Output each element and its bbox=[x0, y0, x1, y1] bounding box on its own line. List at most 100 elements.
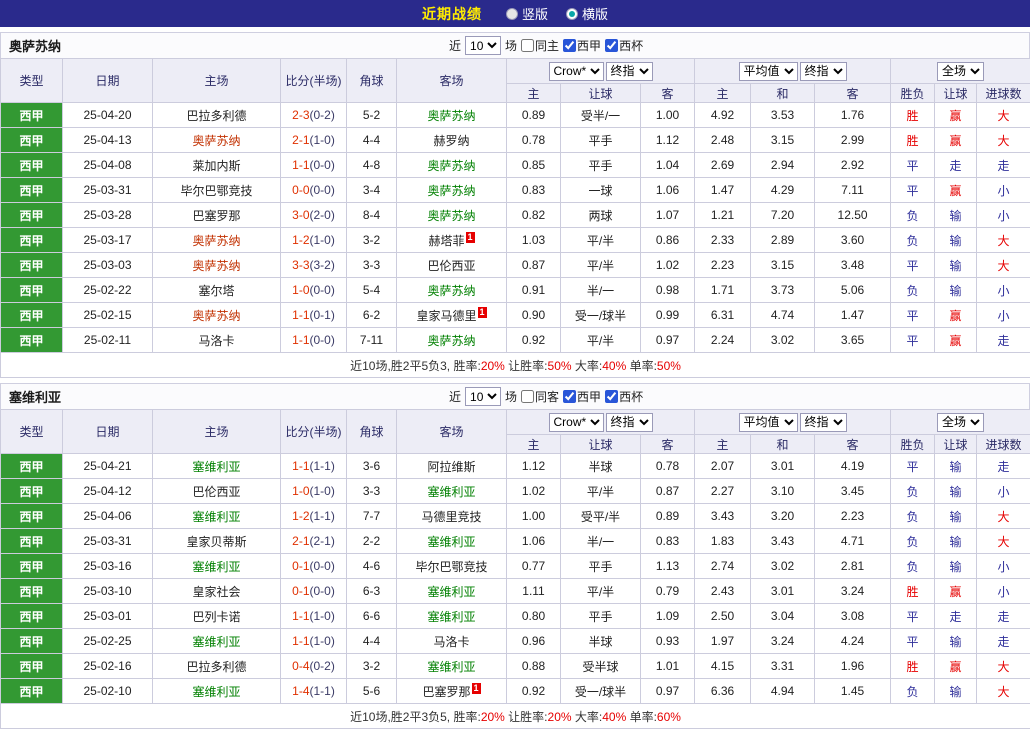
odds-company-select[interactable]: Crow* bbox=[549, 62, 604, 81]
avg-home-cell: 2.43 bbox=[695, 579, 751, 604]
home-team-name[interactable]: 皇家社会 bbox=[192, 585, 240, 599]
result-goals-cell: 走 bbox=[977, 153, 1030, 178]
checkbox-input[interactable] bbox=[605, 390, 618, 403]
result-handicap-cell: 走 bbox=[935, 153, 977, 178]
home-team-name[interactable]: 塞尔塔 bbox=[198, 284, 234, 298]
away-team-name[interactable]: 马洛卡 bbox=[433, 635, 469, 649]
team-name-title: 奥萨苏纳 bbox=[1, 36, 61, 55]
home-team-name[interactable]: 巴塞罗那 bbox=[192, 209, 240, 223]
fulltime-select[interactable]: 全场 bbox=[937, 413, 984, 432]
fulltime-score: 2-1 bbox=[292, 534, 309, 548]
col-header: 主场 bbox=[153, 59, 281, 103]
avg-stage-select[interactable]: 终指 bbox=[800, 413, 847, 432]
odds-home-cell: 0.78 bbox=[507, 128, 561, 153]
recent-count-select[interactable]: 10 bbox=[465, 387, 501, 406]
away-team-name[interactable]: 赫罗纳 bbox=[433, 134, 469, 148]
filter-checkbox-同主[interactable]: 同主 bbox=[521, 37, 559, 54]
home-team-name[interactable]: 巴伦西亚 bbox=[192, 485, 240, 499]
filter-checkbox-西杯[interactable]: 西杯 bbox=[605, 388, 643, 405]
summary-row: 近10场,胜2平3负5, 胜率:20% 让胜率:20% 大率:40% 单率:60… bbox=[1, 704, 1030, 729]
halftime-score: (0-0) bbox=[310, 333, 335, 347]
radio-vertical-layout[interactable]: 竖版 bbox=[506, 4, 548, 23]
avg-home-cell: 2.24 bbox=[695, 328, 751, 353]
filter-checkbox-西杯[interactable]: 西杯 bbox=[605, 37, 643, 54]
avg-source-select[interactable]: 平均值 bbox=[739, 413, 798, 432]
filter-checkbox-西甲[interactable]: 西甲 bbox=[563, 388, 601, 405]
away-team-cell: 阿拉维斯 bbox=[397, 454, 507, 479]
handicap-cell: 平手 bbox=[561, 554, 641, 579]
away-team-name[interactable]: 奥萨苏纳 bbox=[427, 109, 475, 123]
away-team-name[interactable]: 塞维利亚 bbox=[427, 660, 475, 674]
checkbox-input[interactable] bbox=[563, 39, 576, 52]
avg-stage-select[interactable]: 终指 bbox=[800, 62, 847, 81]
result-goals-cell: 大 bbox=[977, 228, 1030, 253]
home-team-name[interactable]: 马洛卡 bbox=[198, 334, 234, 348]
home-team-name[interactable]: 奥萨苏纳 bbox=[192, 134, 240, 148]
result-goals-cell: 小 bbox=[977, 303, 1030, 328]
avg-group-header: 平均值终指 bbox=[695, 59, 891, 84]
avg-home-cell: 2.50 bbox=[695, 604, 751, 629]
fulltime-score: 2-3 bbox=[292, 108, 309, 122]
away-team-name[interactable]: 皇家马德里 bbox=[416, 309, 476, 323]
home-team-name[interactable]: 塞维利亚 bbox=[192, 510, 240, 524]
halftime-score: (1-1) bbox=[310, 684, 335, 698]
filter-checkbox-同客[interactable]: 同客 bbox=[521, 388, 559, 405]
date-cell: 25-02-10 bbox=[63, 679, 153, 704]
away-team-name[interactable]: 奥萨苏纳 bbox=[427, 209, 475, 223]
home-team-name[interactable]: 皇家贝蒂斯 bbox=[186, 535, 246, 549]
away-team-name[interactable]: 奥萨苏纳 bbox=[427, 159, 475, 173]
home-team-name[interactable]: 奥萨苏纳 bbox=[192, 234, 240, 248]
away-team-name[interactable]: 奥萨苏纳 bbox=[427, 334, 475, 348]
away-team-name[interactable]: 塞维利亚 bbox=[427, 585, 475, 599]
checkbox-input[interactable] bbox=[605, 39, 618, 52]
result-handicap-cell: 输 bbox=[935, 278, 977, 303]
odds-stage-select[interactable]: 终指 bbox=[606, 413, 653, 432]
away-team-name[interactable]: 巴塞罗那 bbox=[422, 685, 470, 699]
home-team-name[interactable]: 塞维利亚 bbox=[192, 635, 240, 649]
table-row: 西甲25-02-22塞尔塔1-0(0-0)5-4奥萨苏纳0.91半/一0.981… bbox=[1, 278, 1030, 303]
away-team-name[interactable]: 塞维利亚 bbox=[427, 485, 475, 499]
away-team-cell: 塞维利亚 bbox=[397, 529, 507, 554]
home-team-name[interactable]: 塞维利亚 bbox=[192, 685, 240, 699]
home-team-name[interactable]: 塞维利亚 bbox=[192, 560, 240, 574]
away-team-name[interactable]: 马德里竞技 bbox=[421, 510, 481, 524]
avg-home-cell: 4.92 bbox=[695, 103, 751, 128]
score-cell: 1-4(1-1) bbox=[281, 679, 347, 704]
home-team-name[interactable]: 巴列卡诺 bbox=[192, 610, 240, 624]
away-team-name[interactable]: 毕尔巴鄂竞技 bbox=[415, 560, 487, 574]
result-wdl-cell: 胜 bbox=[891, 654, 935, 679]
sub-col-header: 客 bbox=[815, 435, 891, 454]
fulltime-select[interactable]: 全场 bbox=[937, 62, 984, 81]
radio-horizontal-layout[interactable]: 横版 bbox=[566, 4, 608, 23]
home-team-name[interactable]: 塞维利亚 bbox=[192, 460, 240, 474]
result-wdl-cell: 平 bbox=[891, 178, 935, 203]
away-team-name[interactable]: 奥萨苏纳 bbox=[427, 184, 475, 198]
home-team-name[interactable]: 巴拉多利德 bbox=[186, 660, 246, 674]
home-team-name[interactable]: 奥萨苏纳 bbox=[192, 309, 240, 323]
home-team-name[interactable]: 奥萨苏纳 bbox=[192, 259, 240, 273]
checkbox-input[interactable] bbox=[521, 39, 534, 52]
filter-checkbox-西甲[interactable]: 西甲 bbox=[563, 37, 601, 54]
avg-home-cell: 3.43 bbox=[695, 504, 751, 529]
odds-stage-select[interactable]: 终指 bbox=[606, 62, 653, 81]
away-team-name[interactable]: 塞维利亚 bbox=[427, 610, 475, 624]
avg-source-select[interactable]: 平均值 bbox=[739, 62, 798, 81]
away-team-name[interactable]: 巴伦西亚 bbox=[427, 259, 475, 273]
odds-company-select[interactable]: Crow* bbox=[549, 413, 604, 432]
avg-draw-cell: 3.24 bbox=[751, 629, 815, 654]
checkbox-input[interactable] bbox=[521, 390, 534, 403]
away-team-cell: 巴伦西亚 bbox=[397, 253, 507, 278]
away-team-name[interactable]: 奥萨苏纳 bbox=[427, 284, 475, 298]
recent-count-select[interactable]: 10 bbox=[465, 36, 501, 55]
home-team-name[interactable]: 毕尔巴鄂竞技 bbox=[180, 184, 252, 198]
away-team-name[interactable]: 赫塔菲 bbox=[428, 234, 464, 248]
away-team-name[interactable]: 阿拉维斯 bbox=[427, 460, 475, 474]
corner-cell: 6-2 bbox=[347, 303, 397, 328]
checkbox-input[interactable] bbox=[563, 390, 576, 403]
fulltime-score: 1-2 bbox=[292, 509, 309, 523]
avg-home-cell: 2.27 bbox=[695, 479, 751, 504]
home-team-name[interactable]: 莱加内斯 bbox=[192, 159, 240, 173]
away-team-name[interactable]: 塞维利亚 bbox=[427, 535, 475, 549]
home-team-name[interactable]: 巴拉多利德 bbox=[186, 109, 246, 123]
handicap-cell: 受一/球半 bbox=[561, 303, 641, 328]
